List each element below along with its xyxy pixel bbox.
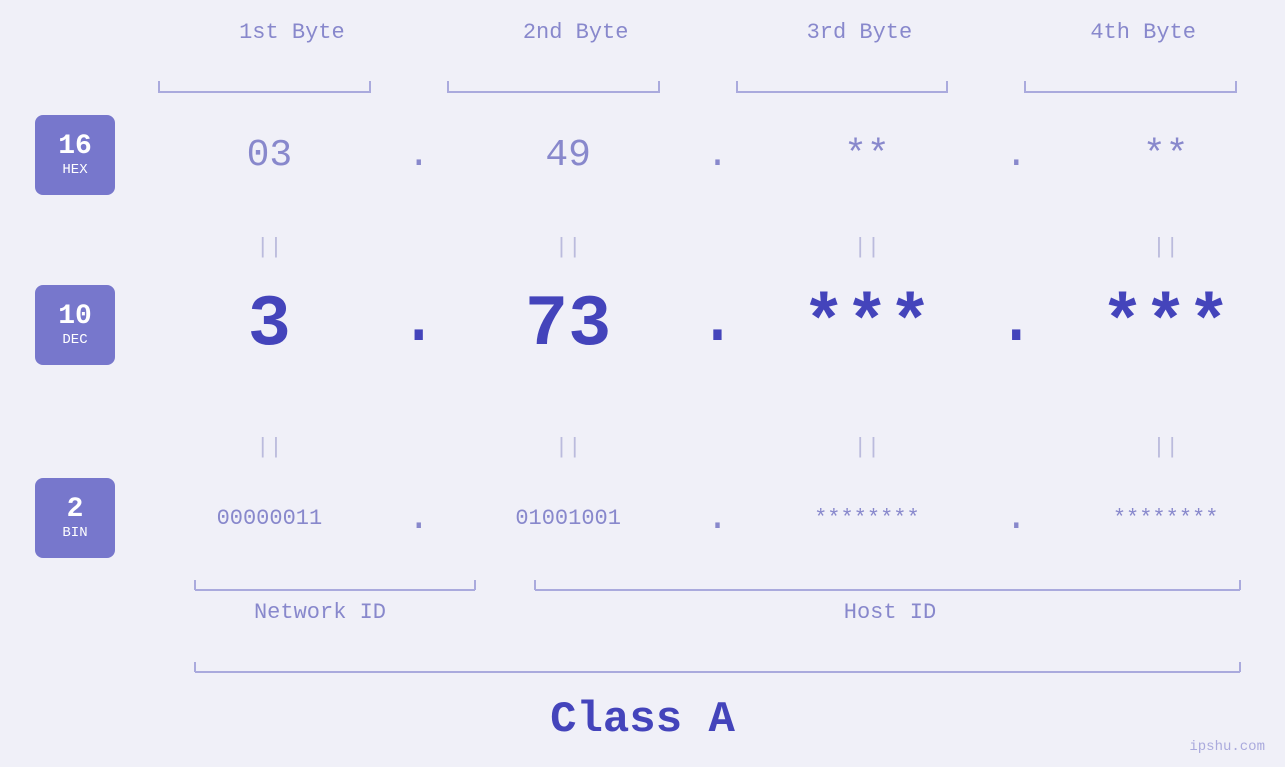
host-id-label: Host ID bbox=[530, 600, 1250, 625]
hex-val-1: 03 bbox=[150, 134, 389, 177]
hex-dot-3: . bbox=[986, 134, 1046, 177]
bin-row: 2 BIN 00000011 . 01001001 . ******** . *… bbox=[0, 478, 1285, 558]
hex-badge-cell: 16 HEX bbox=[0, 115, 150, 195]
byte-headers-row: 1st Byte 2nd Byte 3rd Byte 4th Byte bbox=[0, 20, 1285, 45]
dec-badge: 10 DEC bbox=[35, 285, 115, 365]
equals-row-2: || || || || bbox=[0, 435, 1285, 460]
equals-row-1: || || || || bbox=[0, 235, 1285, 260]
watermark: ipshu.com bbox=[1189, 739, 1265, 755]
bracket-byte1 bbox=[158, 68, 371, 93]
byte-header-1: 1st Byte bbox=[150, 20, 434, 45]
bracket-byte4 bbox=[1024, 68, 1237, 93]
dec-val-2: 73 bbox=[449, 284, 688, 366]
bin-dot-2: . bbox=[688, 497, 748, 540]
byte-header-3: 3rd Byte bbox=[718, 20, 1002, 45]
hex-val-4: ** bbox=[1046, 134, 1285, 177]
hex-badge: 16 HEX bbox=[35, 115, 115, 195]
dec-val-1: 3 bbox=[150, 284, 389, 366]
network-id-label: Network ID bbox=[150, 600, 490, 625]
bin-val-3: ******** bbox=[748, 506, 987, 531]
dec-dot-3: . bbox=[986, 280, 1046, 370]
ip-diagram: 1st Byte 2nd Byte 3rd Byte 4th Byte bbox=[0, 0, 1285, 767]
dec-dot-1: . bbox=[389, 280, 449, 370]
bracket-byte3 bbox=[736, 68, 949, 93]
dec-val-3: *** bbox=[748, 284, 987, 366]
bin-dot-3: . bbox=[986, 497, 1046, 540]
hex-val-2: 49 bbox=[449, 134, 688, 177]
bin-val-1: 00000011 bbox=[150, 506, 389, 531]
bin-badge-cell: 2 BIN bbox=[0, 478, 150, 558]
bin-val-2: 01001001 bbox=[449, 506, 688, 531]
top-brackets bbox=[150, 68, 1245, 93]
bracket-byte2 bbox=[447, 68, 660, 93]
hex-dot-1: . bbox=[389, 134, 449, 177]
dec-badge-cell: 10 DEC bbox=[0, 285, 150, 365]
byte-header-4: 4th Byte bbox=[1001, 20, 1285, 45]
bin-val-4: ******** bbox=[1046, 506, 1285, 531]
byte-header-2: 2nd Byte bbox=[434, 20, 718, 45]
hex-dot-2: . bbox=[688, 134, 748, 177]
dec-val-4: *** bbox=[1046, 284, 1285, 366]
class-label-row: Class A bbox=[0, 695, 1285, 745]
dec-row: 10 DEC 3 . 73 . *** . *** bbox=[0, 280, 1285, 370]
bin-dot-1: . bbox=[389, 497, 449, 540]
dec-dot-2: . bbox=[688, 280, 748, 370]
hex-row: 16 HEX 03 . 49 . ** . ** bbox=[0, 115, 1285, 195]
hex-val-3: ** bbox=[748, 134, 987, 177]
bin-badge: 2 BIN bbox=[35, 478, 115, 558]
